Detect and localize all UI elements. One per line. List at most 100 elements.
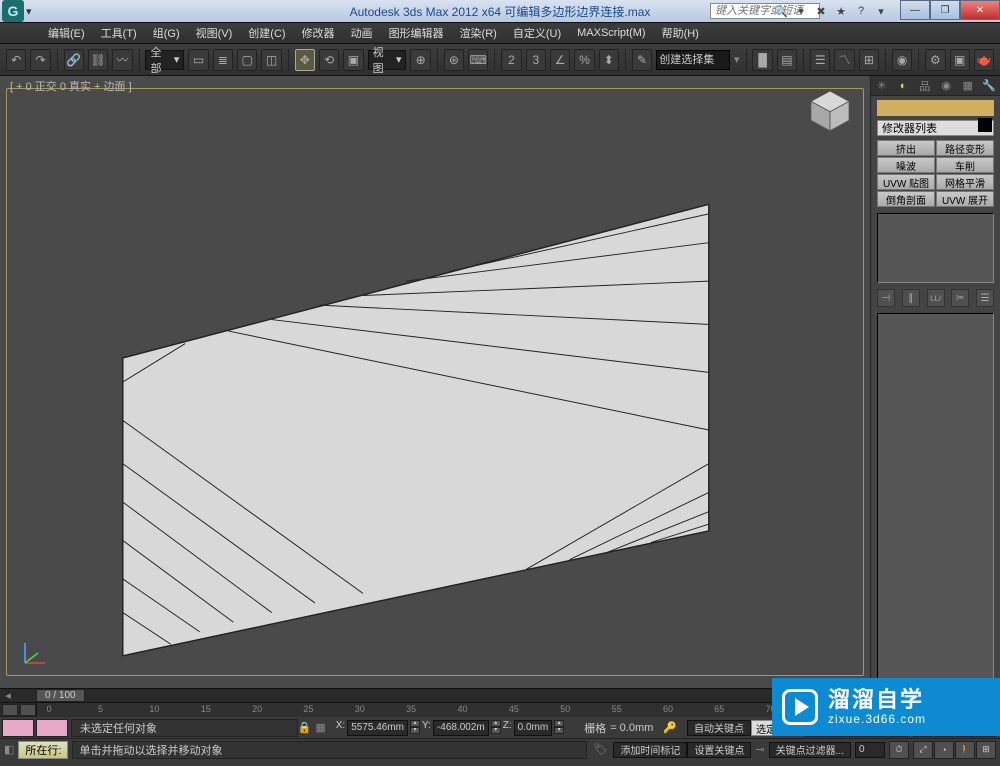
transform-type-in-icon[interactable]: ▦	[315, 721, 325, 734]
exchange-icon[interactable]: ✖	[812, 2, 830, 20]
material-editor-button[interactable]: ◉	[892, 49, 912, 71]
modifier-stack[interactable]	[877, 213, 994, 283]
mod-bevelprofile[interactable]: 倒角剖面	[877, 191, 935, 207]
modify-tab-icon[interactable]: ◐	[895, 78, 911, 94]
time-tag-icon[interactable]: 🏷	[593, 743, 607, 756]
menu-animation[interactable]: 动画	[343, 25, 381, 41]
mod-noise[interactable]: 噪波	[877, 157, 935, 173]
rendered-frame-button[interactable]: ▣	[950, 49, 970, 71]
render-setup-button[interactable]: ⚙	[925, 49, 945, 71]
mod-uvwmap[interactable]: UVW 贴图	[877, 174, 935, 190]
select-rotate-button[interactable]: ⟲	[319, 49, 339, 71]
current-frame[interactable]: 0	[855, 742, 885, 758]
maxscript-mini-icon[interactable]: ◧	[4, 743, 14, 756]
lock-icon[interactable]: 🔒	[298, 721, 312, 734]
mod-extrude[interactable]: 挤出	[877, 140, 935, 156]
close-button[interactable]: ✕	[960, 0, 1000, 20]
named-selection-set[interactable]: 创建选择集	[656, 50, 730, 70]
nav-fov-button[interactable]: ◔	[934, 741, 954, 759]
percent-snap-button[interactable]: %	[574, 49, 594, 71]
favorite-icon[interactable]: ★	[832, 2, 850, 20]
timeslider-left-icon[interactable]: ◂	[0, 689, 16, 702]
menu-grapheditors[interactable]: 图形编辑器	[381, 25, 452, 41]
menu-views[interactable]: 视图(V)	[188, 25, 241, 41]
menu-customize[interactable]: 自定义(U)	[505, 25, 569, 41]
mod-lathe[interactable]: 车削	[936, 157, 994, 173]
undo-button[interactable]: ↶	[6, 49, 26, 71]
redo-button[interactable]: ↷	[30, 49, 50, 71]
setkey-button[interactable]: 设置关键点	[687, 742, 751, 758]
key-filters-button[interactable]: 关键点过滤器...	[769, 742, 851, 758]
curve-editor-button[interactable]: 〽	[834, 49, 854, 71]
create-tab-icon[interactable]: ✳	[874, 78, 890, 94]
window-crossing-button[interactable]: ◫	[261, 49, 281, 71]
mod-unwrapuvw[interactable]: UVW 展开	[936, 191, 994, 207]
pin-stack-icon[interactable]: ⊣	[877, 289, 895, 307]
add-time-tag[interactable]: 添加时间标记	[613, 742, 687, 758]
select-move-button[interactable]: ✥	[295, 49, 315, 71]
render-button[interactable]: 🫖	[974, 49, 994, 71]
utilities-tab-icon[interactable]: 🔧	[981, 78, 997, 94]
menu-edit[interactable]: 编辑(E)	[40, 25, 93, 41]
maximize-button[interactable]: ❐	[930, 0, 960, 20]
make-unique-icon[interactable]: ⩊	[927, 289, 945, 307]
layers-button[interactable]: ☰	[810, 49, 830, 71]
viewcube[interactable]	[804, 84, 856, 136]
pivot-center-button[interactable]: ⊕	[410, 49, 430, 71]
spinner-snap-button[interactable]: ⬍	[599, 49, 619, 71]
app-logo-icon[interactable]: G	[2, 0, 24, 22]
menu-group[interactable]: 组(G)	[145, 25, 188, 41]
display-tab-icon[interactable]: ▦	[960, 78, 976, 94]
nav-max-toggle-button[interactable]: ⊞	[976, 741, 996, 759]
mod-pathdeform[interactable]: 路径变形	[936, 140, 994, 156]
nav-zoom-extents-button[interactable]: ⤢	[913, 741, 933, 759]
selection-filter[interactable]: 全部▾	[145, 50, 184, 70]
link-button[interactable]: 🔗	[64, 49, 84, 71]
coord-x[interactable]: 5575.46mm	[347, 720, 408, 736]
menu-help[interactable]: 帮助(H)	[654, 25, 707, 41]
object-name-field[interactable]	[877, 100, 994, 116]
trackbar-toggle[interactable]	[2, 704, 18, 716]
menu-maxscript[interactable]: MAXScript(M)	[569, 27, 653, 39]
remove-modifier-icon[interactable]: ✂	[951, 289, 969, 307]
select-button[interactable]: ▭	[188, 49, 208, 71]
edit-named-sel-button[interactable]: ✎	[632, 49, 652, 71]
keyboard-shortcut-button[interactable]: ⌨	[468, 49, 488, 71]
motion-tab-icon[interactable]: ◉	[938, 78, 954, 94]
bind-spacewarp-button[interactable]: 〰	[112, 49, 132, 71]
time-slider-handle[interactable]: 0 / 100	[36, 689, 85, 702]
minimize-button[interactable]: —	[900, 0, 930, 20]
mirror-button[interactable]: ▐▌	[752, 49, 772, 71]
show-end-result-icon[interactable]: ∥	[902, 289, 920, 307]
select-manipulate-button[interactable]: ⊛	[444, 49, 464, 71]
viewport-label[interactable]: [ + 0 正交 0 真实 + 边面 ]	[10, 78, 132, 94]
script-color-2[interactable]	[36, 719, 68, 737]
help-icon[interactable]: ?	[852, 2, 870, 20]
menu-tools[interactable]: 工具(T)	[93, 25, 145, 41]
hierarchy-tab-icon[interactable]: 品	[917, 78, 933, 94]
script-color-1[interactable]	[2, 719, 34, 737]
time-config-button[interactable]: ⏱	[889, 741, 909, 759]
configure-sets-icon[interactable]: ☰	[976, 289, 994, 307]
coord-z[interactable]: 0.0mm	[514, 720, 553, 736]
angle-snap-button[interactable]: ∠	[550, 49, 570, 71]
snap-2d-button[interactable]: 2	[501, 49, 521, 71]
mod-meshsmooth[interactable]: 网格平滑	[936, 174, 994, 190]
object-color-swatch[interactable]	[978, 118, 992, 132]
select-region-button[interactable]: ▢	[237, 49, 257, 71]
app-menu-chevron[interactable]: ▾	[26, 5, 32, 18]
coord-y[interactable]: -468.002m	[433, 720, 489, 736]
menu-rendering[interactable]: 渲染(R)	[452, 25, 505, 41]
select-by-name-button[interactable]: ≣	[213, 49, 233, 71]
menu-create[interactable]: 创建(C)	[240, 25, 293, 41]
key-mode-icon[interactable]: ⊸	[755, 743, 764, 756]
key-icon[interactable]: 🔑	[663, 721, 677, 734]
select-scale-button[interactable]: ▣	[343, 49, 363, 71]
dropdown-icon[interactable]: ▾	[872, 2, 890, 20]
align-button[interactable]: ▤	[777, 49, 797, 71]
schematic-view-button[interactable]: ⊞	[859, 49, 879, 71]
modifier-list-dropdown[interactable]: 修改器列表▾	[877, 120, 994, 136]
snap-3d-button[interactable]: 3	[526, 49, 546, 71]
maxscript-listener-label[interactable]: 所在行:	[18, 741, 68, 759]
subscription-icon[interactable]: ✦	[792, 2, 810, 20]
